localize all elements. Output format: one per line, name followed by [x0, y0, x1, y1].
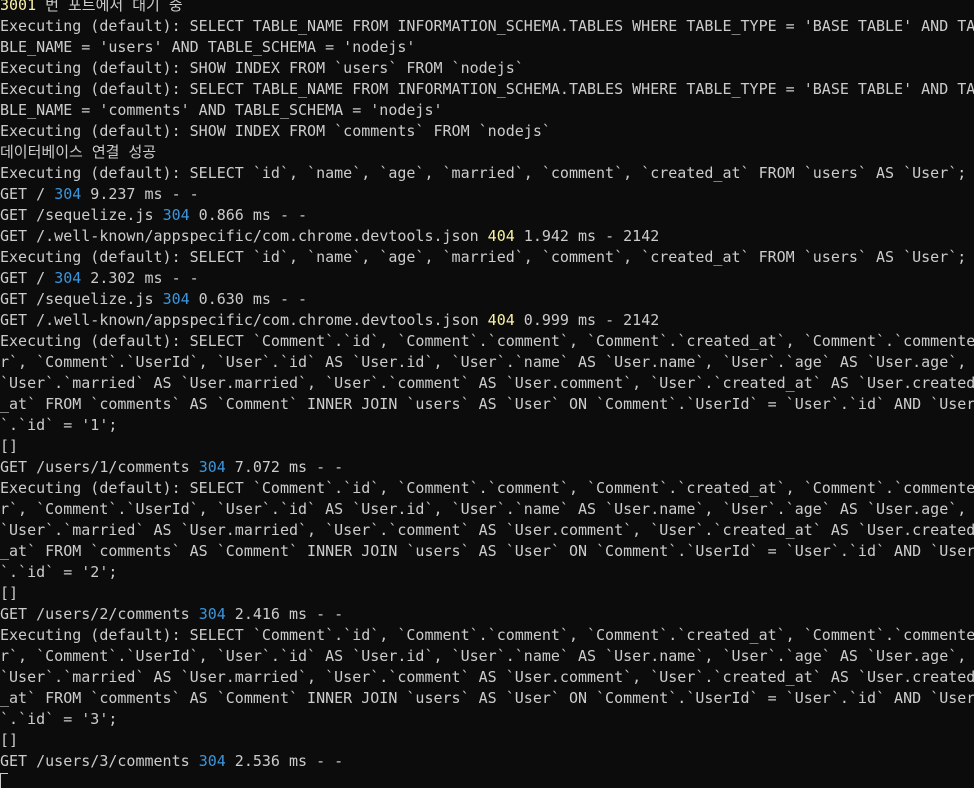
terminal-line: `User`.`married` AS `User.married`, `Use…: [0, 373, 974, 394]
terminal-line: `.`id` = '3';: [0, 709, 974, 730]
line-text: 번 포트에서 대기 중: [36, 0, 183, 14]
terminal-line: Executing (default): SELECT `Comment`.`i…: [0, 478, 974, 499]
line-text: Executing (default): SELECT TABLE_NAME F…: [0, 80, 974, 98]
cursor-icon: [0, 773, 8, 788]
terminal-line: r`, `Comment`.`UserId`, `User`.`id` AS `…: [0, 646, 974, 667]
terminal-line: GET / 304 2.302 ms - -: [0, 268, 974, 289]
status-code: 304: [198, 752, 226, 770]
line-text: GET /users/1/comments: [0, 458, 199, 476]
line-text: Executing (default): SELECT `id`, `name`…: [0, 248, 967, 266]
line-text: Executing (default): SELECT `Comment`.`i…: [0, 479, 974, 497]
status-code: 304: [162, 290, 190, 308]
terminal-line: Executing (default): SELECT `Comment`.`i…: [0, 625, 974, 646]
line-text: []: [0, 437, 19, 455]
line-text: GET /.well-known/appspecific/com.chrome.…: [0, 311, 488, 329]
line-text: 2.416 ms - -: [225, 605, 344, 623]
status-code: 304: [198, 458, 226, 476]
terminal-line: `.`id` = '2';: [0, 562, 974, 583]
line-text: BLE_NAME = 'comments' AND TABLE_SCHEMA =…: [0, 101, 443, 119]
terminal-line: GET /users/1/comments 304 7.072 ms - -: [0, 457, 974, 478]
terminal-line: Executing (default): SELECT `id`, `name`…: [0, 163, 974, 184]
status-code: 304: [198, 605, 226, 623]
status-code: 404: [487, 227, 515, 245]
line-text: 2.536 ms - -: [225, 752, 344, 770]
terminal-line: `.`id` = '1';: [0, 415, 974, 436]
line-text: _at` FROM `comments` AS `Comment` INNER …: [0, 395, 974, 413]
terminal-line: `User`.`married` AS `User.married`, `Use…: [0, 667, 974, 688]
terminal-line: r`, `Comment`.`UserId`, `User`.`id` AS `…: [0, 499, 974, 520]
status-code: 404: [487, 311, 515, 329]
line-text: r`, `Comment`.`UserId`, `User`.`id` AS `…: [0, 647, 967, 665]
line-text: GET /: [0, 269, 55, 287]
terminal-line: _at` FROM `comments` AS `Comment` INNER …: [0, 541, 974, 562]
status-code: 304: [54, 185, 82, 203]
terminal-line: BLE_NAME = 'comments' AND TABLE_SCHEMA =…: [0, 100, 974, 121]
terminal-line: GET /.well-known/appspecific/com.chrome.…: [0, 226, 974, 247]
line-text: 2.302 ms - -: [81, 269, 199, 287]
prompt-line[interactable]: [0, 772, 974, 788]
terminal-line: Executing (default): SELECT TABLE_NAME F…: [0, 79, 974, 100]
terminal-line: Executing (default): SELECT TABLE_NAME F…: [0, 16, 974, 37]
line-text: `.`id` = '1';: [0, 416, 118, 434]
line-text: `User`.`married` AS `User.married`, `Use…: [0, 668, 974, 686]
line-text: `.`id` = '2';: [0, 563, 118, 581]
line-text: 0.630 ms - -: [189, 290, 308, 308]
terminal-line: GET /sequelize.js 304 0.630 ms - -: [0, 289, 974, 310]
line-text: `.`id` = '3';: [0, 710, 118, 728]
line-text: _at` FROM `comments` AS `Comment` INNER …: [0, 542, 974, 560]
line-text: _at` FROM `comments` AS `Comment` INNER …: [0, 689, 974, 707]
terminal-output[interactable]: 3001 번 포트에서 대기 중 Executing (default): SEL…: [0, 0, 974, 788]
line-text: 7.072 ms - -: [225, 458, 344, 476]
status-code: 304: [162, 206, 190, 224]
line-text: Executing (default): SHOW INDEX FROM `us…: [0, 59, 524, 77]
terminal-line: []: [0, 436, 974, 457]
terminal-line: GET / 304 9.237 ms - -: [0, 184, 974, 205]
status-code: 304: [54, 269, 82, 287]
line-text: `User`.`married` AS `User.married`, `Use…: [0, 521, 974, 539]
line-text: 9.237 ms - -: [81, 185, 199, 203]
line-text: BLE_NAME = 'users' AND TABLE_SCHEMA = 'n…: [0, 38, 416, 56]
terminal-line: _at` FROM `comments` AS `Comment` INNER …: [0, 394, 974, 415]
terminal-line: Executing (default): SHOW INDEX FROM `us…: [0, 58, 974, 79]
line-text: `User`.`married` AS `User.married`, `Use…: [0, 374, 974, 392]
line-text: Executing (default): SELECT `id`, `name`…: [0, 164, 967, 182]
terminal-line: GET /users/3/comments 304 2.536 ms - -: [0, 751, 974, 772]
line-text: Executing (default): SELECT `Comment`.`i…: [0, 332, 974, 350]
line-text: 0.999 ms - 2142: [514, 311, 660, 329]
terminal-line: BLE_NAME = 'users' AND TABLE_SCHEMA = 'n…: [0, 37, 974, 58]
terminal-line: []: [0, 583, 974, 604]
line-text: 0.866 ms - -: [189, 206, 308, 224]
line-text: Executing (default): SHOW INDEX FROM `co…: [0, 122, 551, 140]
line-text: 1.942 ms - 2142: [514, 227, 660, 245]
line-text: GET /: [0, 185, 55, 203]
line-text: GET /users/2/comments: [0, 605, 199, 623]
line-text: 데이터베이스 연결 성공: [0, 143, 157, 161]
line-text: Executing (default): SELECT `Comment`.`i…: [0, 626, 974, 644]
terminal-line: Executing (default): SHOW INDEX FROM `co…: [0, 121, 974, 142]
line-text: r`, `Comment`.`UserId`, `User`.`id` AS `…: [0, 500, 967, 518]
line-text: r`, `Comment`.`UserId`, `User`.`id` AS `…: [0, 353, 967, 371]
terminal-line: GET /sequelize.js 304 0.866 ms - -: [0, 205, 974, 226]
terminal-line: _at` FROM `comments` AS `Comment` INNER …: [0, 688, 974, 709]
terminal-line: GET /users/2/comments 304 2.416 ms - -: [0, 604, 974, 625]
terminal-line: `User`.`married` AS `User.married`, `Use…: [0, 520, 974, 541]
status-code: 3001: [0, 0, 37, 14]
line-text: GET /sequelize.js: [0, 206, 163, 224]
terminal-line: 3001 번 포트에서 대기 중: [0, 0, 974, 16]
terminal-line: r`, `Comment`.`UserId`, `User`.`id` AS `…: [0, 352, 974, 373]
line-text: GET /.well-known/appspecific/com.chrome.…: [0, 227, 488, 245]
terminal-line: Executing (default): SELECT `Comment`.`i…: [0, 331, 974, 352]
line-text: GET /sequelize.js: [0, 290, 163, 308]
terminal-line: GET /.well-known/appspecific/com.chrome.…: [0, 310, 974, 331]
terminal-line: Executing (default): SELECT `id`, `name`…: [0, 247, 974, 268]
line-text: []: [0, 584, 19, 602]
line-text: Executing (default): SELECT TABLE_NAME F…: [0, 17, 974, 35]
line-text: GET /users/3/comments: [0, 752, 199, 770]
line-text: []: [0, 731, 19, 749]
terminal-line: []: [0, 730, 974, 751]
terminal-line: 데이터베이스 연결 성공: [0, 142, 974, 163]
